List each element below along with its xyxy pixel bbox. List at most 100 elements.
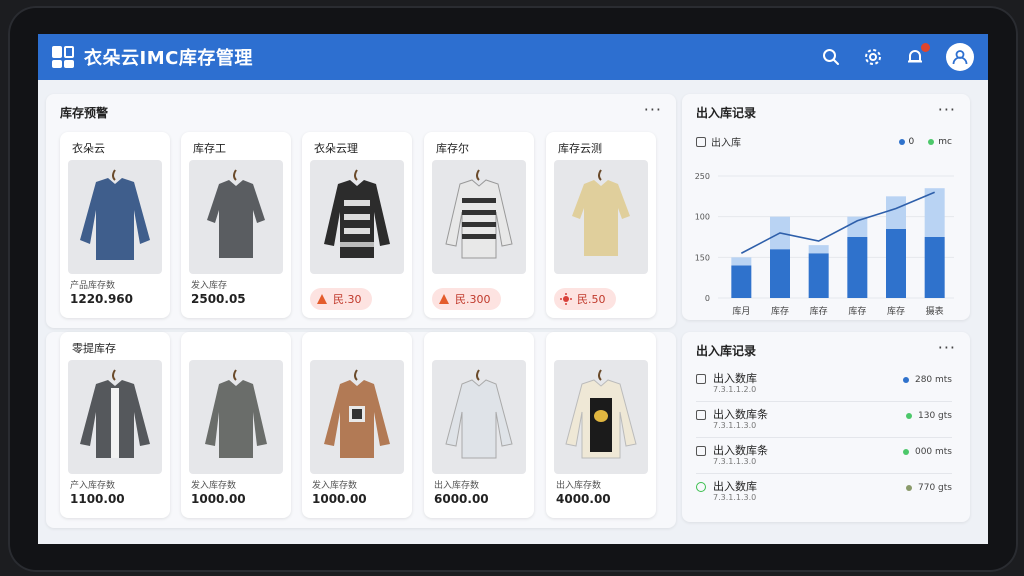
product-stock-label: 产入库存数 xyxy=(70,481,116,491)
chart-legend: 出入库 0 mc xyxy=(696,134,952,149)
record-title: 出入数库条 xyxy=(713,408,768,421)
product-name: 库存云测 xyxy=(558,142,602,155)
record-title: 出入数库 xyxy=(713,372,757,385)
product-image xyxy=(189,160,283,274)
record-value: 000 mts xyxy=(902,447,952,457)
x-tick-label: 库存 xyxy=(810,305,828,317)
alert-text: 民.50 xyxy=(577,293,606,306)
product-stock-label: 产品库存数 xyxy=(70,281,116,291)
record-row[interactable]: 出入数库条 7.3.1.1.3.0 130 gts xyxy=(696,404,952,438)
product-card[interactable]: 库存云测 民.50 xyxy=(546,132,656,318)
legend-item-a: 0 xyxy=(898,137,914,147)
x-tick-label: 库存 xyxy=(848,305,866,317)
y-tick-label: 0 xyxy=(705,294,710,303)
record-code: 7.3.1.1.3.0 xyxy=(713,493,757,502)
settings-icon[interactable] xyxy=(862,46,884,68)
chart-panel-title: 出入库记录 xyxy=(696,106,757,120)
record-checkbox[interactable] xyxy=(696,410,706,420)
search-icon[interactable] xyxy=(820,46,842,68)
record-checkbox[interactable] xyxy=(696,446,706,456)
product-stock-value: 1220.960 xyxy=(70,292,134,306)
legend-checkbox[interactable] xyxy=(696,136,706,147)
product-image xyxy=(432,360,526,474)
record-code: 7.3.1.1.3.0 xyxy=(713,457,757,466)
alert-text: 民.300 xyxy=(455,293,491,306)
product-name: 衣朵云理 xyxy=(314,142,358,155)
record-value: 280 mts xyxy=(902,375,952,385)
low-stock-alert: 民.300 xyxy=(432,288,501,310)
bar-outbound xyxy=(847,216,868,237)
record-row[interactable]: 出入数库 7.3.1.1.2.0 280 mts xyxy=(696,368,952,402)
stock-warning-title: 库存预警 xyxy=(60,106,109,120)
product-image xyxy=(310,160,404,274)
y-tick-label: 150 xyxy=(695,253,710,262)
product-stock-value: 1100.00 xyxy=(70,492,125,506)
more-options-icon[interactable]: ··· xyxy=(938,100,956,119)
x-tick-label: 库存 xyxy=(771,305,789,317)
record-row[interactable]: 出入数库条 7.3.1.1.3.0 000 mts xyxy=(696,440,952,474)
record-checkbox[interactable] xyxy=(696,374,706,384)
product-stock-label: 发入库存数 xyxy=(191,481,237,491)
notification-bell-icon[interactable] xyxy=(904,43,930,68)
record-radio[interactable] xyxy=(696,482,706,492)
product-image xyxy=(432,160,526,274)
notification-badge xyxy=(921,43,930,52)
warning-icon xyxy=(317,294,327,304)
product-card[interactable]: 零提库存 产入库存数 1100.00 xyxy=(60,332,170,518)
product-stock-label: 出入库存数 xyxy=(556,481,602,491)
warning-icon xyxy=(439,294,449,304)
product-stock-label: 出入库存数 xyxy=(434,481,480,491)
product-card[interactable]: 库存尔 民.300 xyxy=(424,132,534,318)
product-stock-value: 1000.00 xyxy=(191,492,246,506)
bar-inbound xyxy=(924,237,945,298)
records-panel-title: 出入库记录 xyxy=(696,344,757,358)
product-card[interactable]: 出入库存数 6000.00 xyxy=(424,332,534,518)
bar-outbound xyxy=(731,257,752,266)
bar-inbound xyxy=(886,228,906,298)
app-title: 衣朵云IMC库存管理 xyxy=(84,48,253,69)
product-image xyxy=(310,360,404,474)
record-row[interactable]: 出入数库 7.3.1.1.3.0 770 gts xyxy=(696,476,952,510)
bar-inbound xyxy=(847,237,868,298)
product-card[interactable]: 发入库存数 1000.00 xyxy=(302,332,412,518)
bar-inbound xyxy=(770,249,790,298)
alert-text: 民.30 xyxy=(333,293,362,306)
x-tick-label: 库月 xyxy=(732,305,750,317)
top-bar: 衣朵云IMC库存管理 xyxy=(38,34,988,80)
stock-flow-chart: 0 150 100 250 库月 库存 库存 库存 库存 摄表 xyxy=(695,172,954,317)
bar-outbound xyxy=(886,196,906,229)
product-stock-value: 1000.00 xyxy=(312,492,367,506)
product-stock-value: 4000.00 xyxy=(556,492,611,506)
legend-item-b: mc xyxy=(928,137,952,147)
record-title: 出入数库 xyxy=(713,480,757,493)
record-value: 770 gts xyxy=(906,483,952,493)
low-stock-alert: 民.30 xyxy=(310,288,372,310)
product-image xyxy=(68,160,162,274)
bar-inbound xyxy=(808,253,829,298)
product-stock-label: 发入库存 xyxy=(191,281,228,291)
product-card[interactable]: 出入库存数 4000.00 xyxy=(546,332,656,518)
product-image xyxy=(189,360,283,474)
stock-list-title: 零提库存 xyxy=(72,342,116,355)
product-stock-value: 6000.00 xyxy=(434,492,489,506)
product-name: 库存工 xyxy=(193,142,226,155)
stock-records-panel: 出入库记录 ··· 出入数库 7.3.1.1.2.0 280 mts 出入数库条… xyxy=(682,332,970,522)
product-card[interactable]: 库存工 发入库存 2500.05 xyxy=(181,132,291,318)
product-name: 库存尔 xyxy=(436,142,469,155)
product-card[interactable]: 衣朵云理 民.30 xyxy=(302,132,412,318)
app-logo-icon xyxy=(52,46,74,68)
stock-flow-chart-panel: 出入库记录 ··· 出入库 0 mc 0 150 100 250 库月 库存 库存 库存 库存 摄… xyxy=(682,94,970,320)
record-title: 出入数库条 xyxy=(713,444,768,457)
more-options-icon[interactable]: ··· xyxy=(644,100,662,119)
virus-warning-icon xyxy=(560,293,572,305)
product-stock-label: 发入库存数 xyxy=(312,481,358,491)
more-options-icon[interactable]: ··· xyxy=(938,338,956,357)
x-tick-label: 摄表 xyxy=(926,305,944,317)
product-card[interactable]: 衣朵云 产品库存数 1220.960 xyxy=(60,132,170,318)
product-card[interactable]: 发入库存数 1000.00 xyxy=(181,332,291,518)
record-value: 130 gts xyxy=(906,411,952,421)
bar-inbound xyxy=(731,265,752,298)
product-image xyxy=(554,160,648,274)
user-avatar-icon[interactable] xyxy=(946,43,974,71)
product-name: 衣朵云 xyxy=(72,142,105,155)
